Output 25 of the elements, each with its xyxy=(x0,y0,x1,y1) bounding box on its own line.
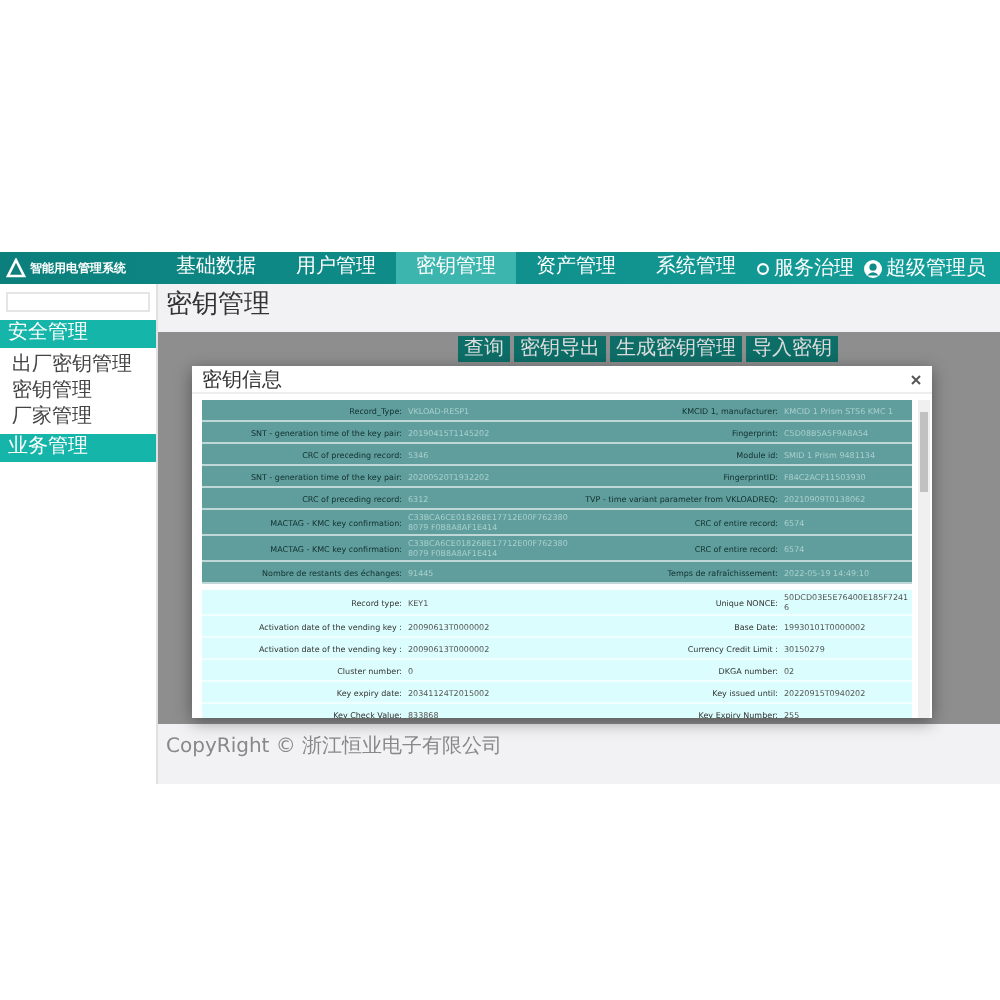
close-icon[interactable] xyxy=(910,373,922,385)
sidebar-item[interactable]: 出厂密钥管理 xyxy=(0,352,156,378)
search-field[interactable] xyxy=(6,292,150,312)
sidebar-item[interactable]: 密钥管理 xyxy=(0,378,156,404)
sidebar-item[interactable]: 厂家管理 xyxy=(0,404,156,430)
toolbar-button[interactable]: 导入密钥 xyxy=(746,336,838,362)
gear-icon xyxy=(756,261,770,275)
user-avatar-icon xyxy=(864,259,882,277)
sidebar-group-header[interactable]: 安全管理 xyxy=(0,320,156,348)
service-link[interactable]: 服务治理 xyxy=(774,254,854,282)
scrollbar[interactable] xyxy=(918,400,930,718)
nav-tab[interactable]: 资产管理 xyxy=(516,252,636,284)
copyright-text: CopyRight © 浙江恒业电子有限公司 xyxy=(164,733,505,762)
toolbar-button[interactable]: 密钥导出 xyxy=(514,336,606,362)
toolbar-button[interactable]: 查询 xyxy=(458,336,510,362)
sidebar-group-header[interactable]: 业务管理 xyxy=(0,434,156,462)
dialog-title: 密钥信息 xyxy=(202,367,282,393)
logo-icon xyxy=(6,258,26,278)
page-title: 密钥管理 xyxy=(164,288,272,324)
nav-tab[interactable]: 基础数据 xyxy=(156,252,276,284)
nav-tab[interactable]: 用户管理 xyxy=(276,252,396,284)
nav-tab[interactable]: 密钥管理 xyxy=(396,252,516,284)
user-menu[interactable]: 超级管理员 xyxy=(886,254,986,282)
nav-tab[interactable]: 系统管理 xyxy=(636,252,756,284)
toolbar-button[interactable]: 生成密钥管理 xyxy=(610,336,742,362)
